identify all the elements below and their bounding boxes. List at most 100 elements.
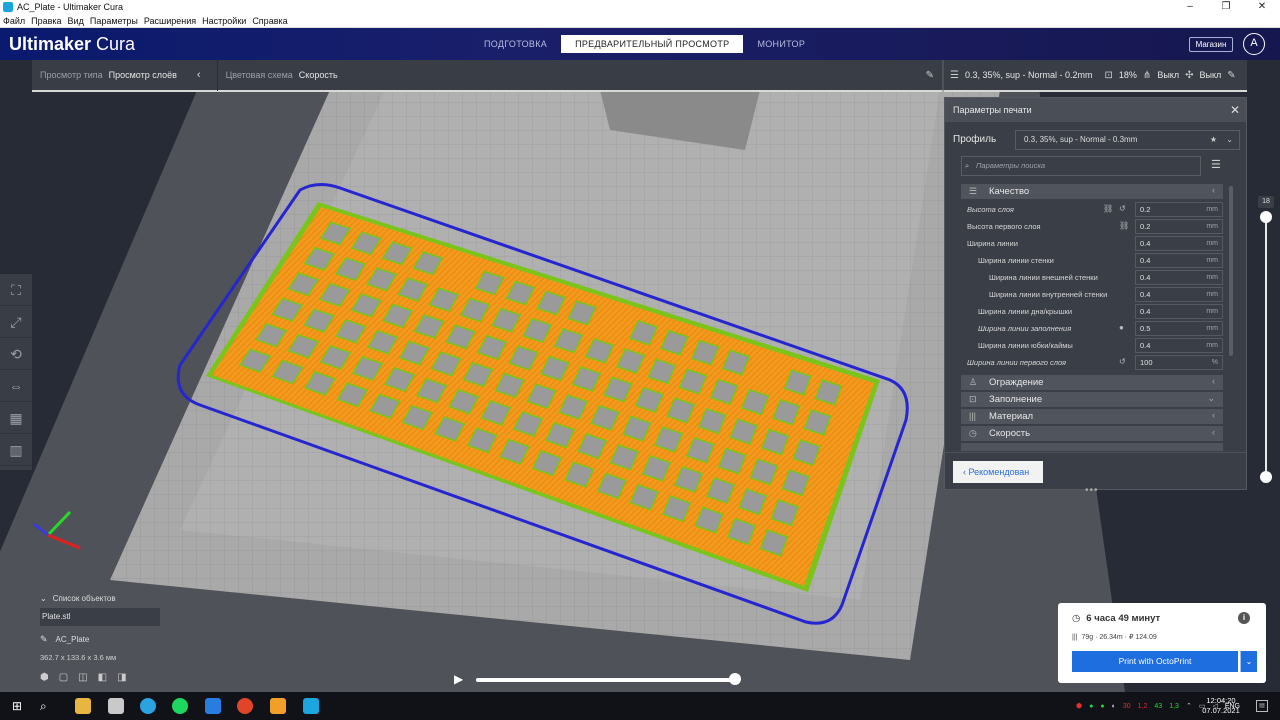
settings-menu-icon[interactable]: ☰ [1211, 158, 1221, 171]
layer-slider-top-handle[interactable] [1260, 211, 1272, 223]
menu-settings[interactable]: Параметры [90, 16, 138, 26]
maximize-button[interactable]: ❐ [1208, 0, 1244, 14]
window-titlebar: AC_Plate - Ultimaker Cura – ❐ ✕ [0, 0, 1280, 14]
window-title: AC_Plate - Ultimaker Cura [17, 2, 124, 12]
info-icon[interactable]: i [1238, 612, 1250, 624]
summary-infill: 18% [1118, 70, 1137, 80]
reset-icon[interactable]: ↺ [1119, 357, 1126, 366]
notification-icon[interactable]: ▤ [1256, 700, 1268, 712]
category-material[interactable]: ||| Материал ‹ [961, 409, 1223, 424]
tray-game-icon[interactable]: ⬢ [1076, 702, 1082, 710]
mirror-tool-icon[interactable]: ⇔ [0, 370, 32, 402]
setting-value-input[interactable]: 0.2 mm [1135, 202, 1223, 217]
recommended-button[interactable]: ‹ Рекомендован [953, 461, 1043, 483]
object-name-row[interactable]: ✎ AC_Plate [40, 634, 200, 645]
view-front-icon[interactable]: ▢ [59, 672, 68, 683]
chrome-icon[interactable] [237, 698, 253, 714]
tray-spotify-icon[interactable]: ● [1089, 703, 1093, 710]
view-top-icon[interactable]: ◫ [78, 672, 87, 683]
tab-preview[interactable]: ПРЕДВАРИТЕЛЬНЫЙ ПРОСМОТР [561, 35, 744, 53]
layer-slider-bottom-handle[interactable] [1260, 471, 1272, 483]
print-with-octoprint-button[interactable]: Print with OctoPrint [1072, 651, 1238, 672]
category-quality[interactable]: ☰ Качество ‹ [961, 184, 1223, 199]
print-settings-summary[interactable]: ☰ 0.3, 35%, sup - Normal - 0.2mm ⊡ 18% ⋔… [944, 60, 1247, 92]
setting-value-input[interactable]: 0.4 mm [1135, 253, 1223, 268]
color-scheme-select[interactable]: Скорость [299, 70, 338, 80]
chevron-left-icon: ‹ [1212, 185, 1215, 195]
menu-preferences[interactable]: Настройки [202, 16, 246, 26]
close-icon[interactable]: ✕ [1230, 103, 1240, 117]
account-avatar[interactable]: A [1243, 33, 1265, 55]
path-slider-track[interactable] [476, 678, 736, 682]
tab-prepare[interactable]: ПОДГОТОВКА [470, 35, 561, 53]
scale-tool-icon[interactable]: ⤢ [0, 306, 32, 338]
tab-monitor[interactable]: МОНИТОР [743, 35, 819, 53]
close-window-button[interactable]: ✕ [1244, 0, 1280, 14]
reset-icon[interactable]: ↺ [1119, 204, 1126, 213]
panel-resize-handle[interactable]: ••• [1085, 485, 1099, 496]
menu-help[interactable]: Справка [252, 16, 287, 26]
tray-icon[interactable]: ◐ [1112, 703, 1116, 710]
summary-support: Выкл [1157, 70, 1180, 80]
quality-icon: ☰ [969, 186, 978, 196]
support-blocker-icon[interactable]: ▥ [0, 434, 32, 466]
chevron-down-icon[interactable]: ⌄ [1240, 651, 1257, 672]
minimize-button[interactable]: – [1172, 0, 1208, 14]
cura-app-icon [3, 2, 13, 12]
profile-dropdown[interactable]: 0.3, 35%, sup - Normal - 0.3mm ★ ⌄ [1015, 130, 1240, 150]
menu-extensions[interactable]: Расширения [144, 16, 196, 26]
setting-value-input[interactable]: 0.5 mm [1135, 321, 1223, 336]
telegram-icon[interactable] [140, 698, 156, 714]
settings-scrollbar[interactable] [1229, 186, 1233, 356]
pencil-icon[interactable]: ✎ [926, 70, 934, 81]
category-speed[interactable]: ◷ Скорость ‹ [961, 426, 1223, 441]
rotate-tool-icon[interactable]: ⟲ [0, 338, 32, 370]
windows-start-icon[interactable]: ⊞ [12, 698, 28, 714]
summary-adhesion: Выкл [1199, 70, 1222, 80]
material-icon: ||| [1072, 634, 1078, 641]
per-model-settings-icon[interactable]: ▦ [0, 402, 32, 434]
tray-up-icon[interactable]: ⌃ [1186, 702, 1192, 710]
setting-value-input[interactable]: 100% [1135, 355, 1223, 370]
setting-value-input[interactable]: 0.2 mm [1135, 219, 1223, 234]
setting-value-input[interactable]: 0.4 mm [1135, 304, 1223, 319]
setting-value-input[interactable]: 0.4 mm [1135, 287, 1223, 302]
view-right-icon[interactable]: ◨ [117, 672, 126, 683]
category-walls[interactable]: ♙ Ограждение ‹ [961, 375, 1223, 390]
object-file-item[interactable]: Plate.stl [40, 608, 160, 626]
menu-edit[interactable]: Правка [31, 16, 61, 26]
marketplace-button[interactable]: Магазин [1189, 37, 1233, 52]
settings-search-input[interactable]: ⌕ Параметры поиска [961, 156, 1201, 176]
calculator-icon[interactable] [108, 698, 124, 714]
play-icon[interactable]: ▶ [454, 672, 463, 686]
category-infill[interactable]: ⊡ Заполнение ⌄ [961, 392, 1223, 407]
star-icon[interactable]: ★ [1210, 131, 1217, 149]
setting-value-input[interactable]: 0.4 mm [1135, 270, 1223, 285]
object-list-toggle[interactable]: ⌄ Список объектов [40, 594, 200, 603]
remote-desktop-icon[interactable] [205, 698, 221, 714]
pencil-icon[interactable]: ✎ [1227, 70, 1235, 81]
fusion-icon[interactable] [270, 698, 286, 714]
view-3d-icon[interactable]: ⬢ [40, 672, 49, 683]
info-icon[interactable]: ● [1119, 323, 1124, 332]
setting-row: Ширина линии внешней стенки 0.4 mm [961, 269, 1231, 286]
cura-taskbar-icon[interactable] [303, 698, 319, 714]
tray-icon[interactable]: ● [1100, 703, 1104, 710]
link-icon: ⛓ [1103, 204, 1114, 213]
menu-file[interactable]: Файл [3, 16, 25, 26]
chevron-left-icon[interactable]: ‹ [197, 69, 201, 81]
print-settings-panel: Параметры печати ✕ Профиль 0.3, 35%, sup… [944, 97, 1247, 496]
setting-value-input[interactable]: 0.4 mm [1135, 236, 1223, 251]
taskbar-clock[interactable]: 12:04:20 07.07.2021 [1200, 696, 1242, 716]
view-left-icon[interactable]: ◧ [98, 672, 107, 683]
setting-value-input[interactable]: 0.4 mm [1135, 338, 1223, 353]
spotify-icon[interactable] [172, 698, 188, 714]
layer-slider-track[interactable] [1265, 214, 1267, 478]
search-icon[interactable]: ⌕ [40, 698, 56, 714]
path-slider-handle[interactable] [729, 673, 741, 685]
infill-icon: ⊡ [969, 394, 977, 404]
move-tool-icon[interactable]: ⛶ [0, 274, 32, 306]
file-explorer-icon[interactable] [75, 698, 91, 714]
menu-view[interactable]: Вид [68, 16, 84, 26]
view-type-select[interactable]: Просмотр слоёв [109, 70, 177, 80]
